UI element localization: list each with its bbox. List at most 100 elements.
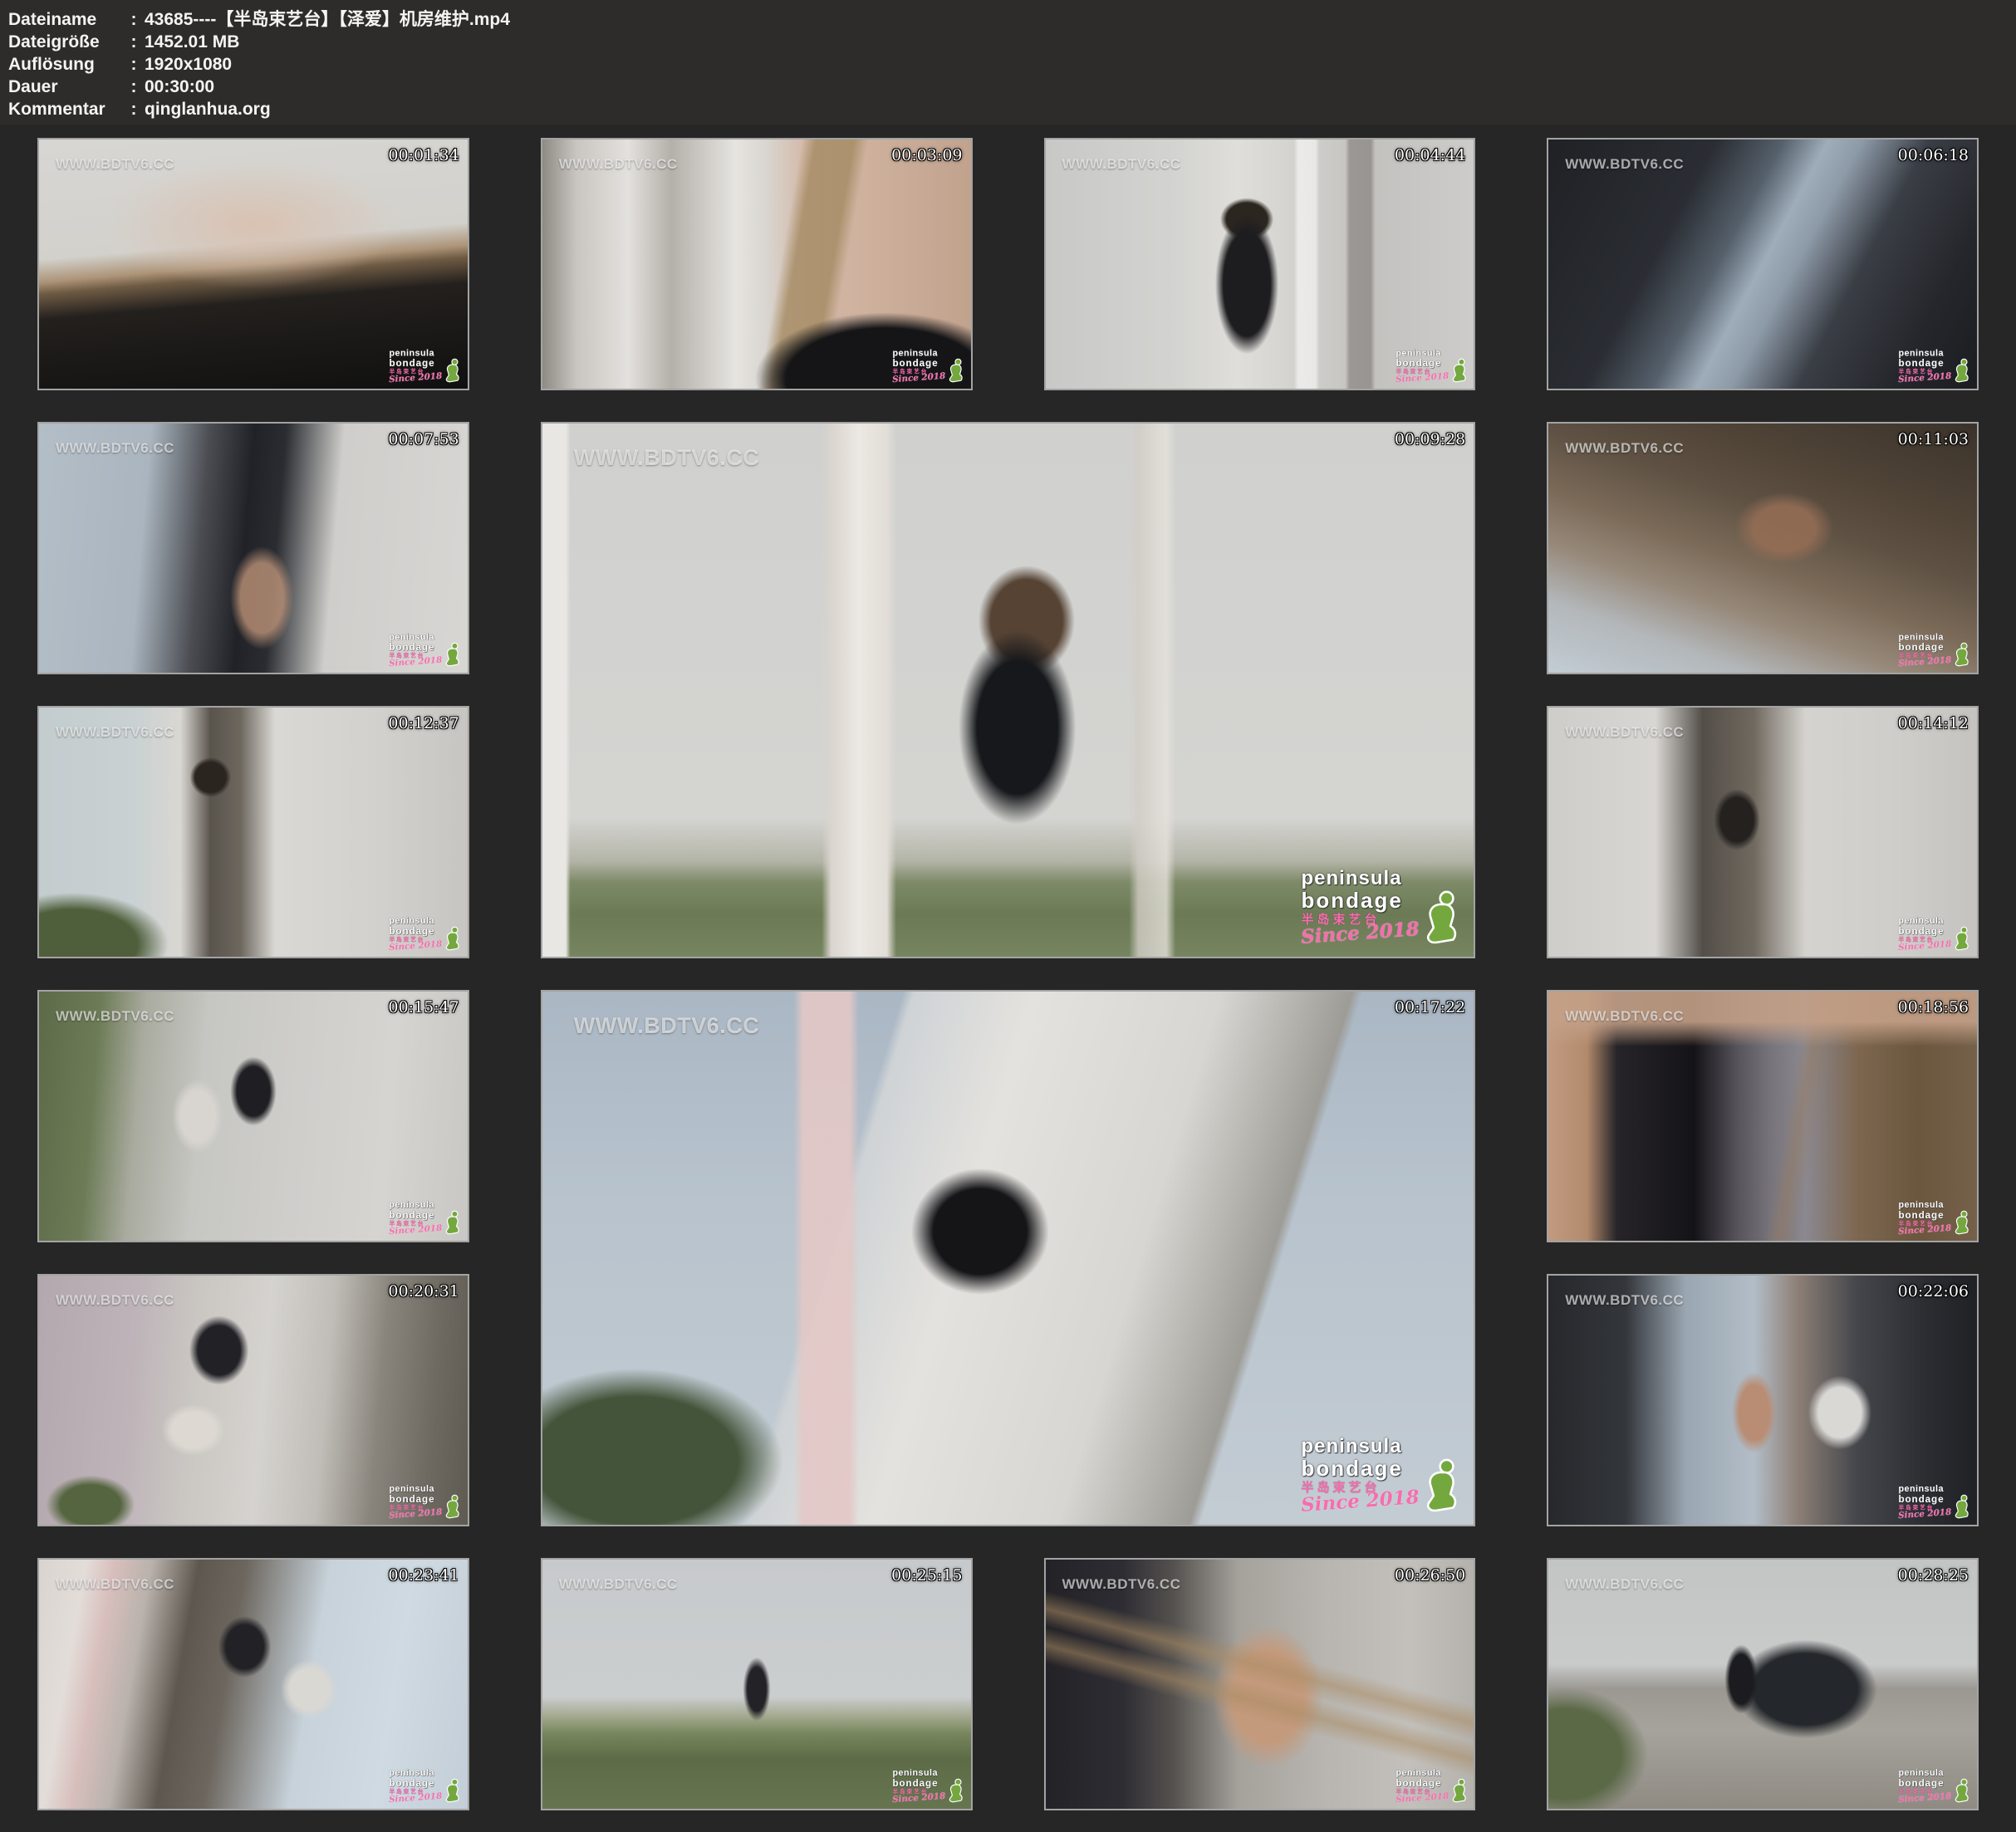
timestamp-overlay: 00:17:22 <box>1395 998 1465 1016</box>
watermark-text: WWW.BDTV6.CC <box>56 440 174 457</box>
logo-line-since: Since 2018 <box>891 1791 945 1804</box>
logo-line-bondage: bondage <box>1396 358 1449 368</box>
watermark-text: WWW.BDTV6.CC <box>1565 440 1684 457</box>
logo-line-since: Since 2018 <box>389 655 443 668</box>
studio-logo-text: peninsula bondage 半岛束艺台 Since 2018 <box>1899 1485 1952 1520</box>
timestamp-overlay: 00:07:53 <box>388 430 459 448</box>
studio-logo-text: peninsula bondage 半岛束艺台 Since 2018 <box>389 1769 442 1804</box>
studio-logo: peninsula bondage 半岛束艺台 Since 2018 <box>1302 1437 1461 1515</box>
video-thumbnail: WWW.BDTV6.CC 00:15:47 peninsula bondage … <box>37 990 469 1242</box>
studio-logo: peninsula bondage 半岛束艺台 Since 2018 <box>389 633 460 668</box>
logo-line-peninsula: peninsula <box>892 1769 945 1778</box>
video-thumbnail: WWW.BDTV6.CC 00:23:41 peninsula bondage … <box>37 1558 469 1810</box>
logo-line-since: Since 2018 <box>389 939 443 952</box>
logo-line-since: Since 2018 <box>1395 1791 1449 1804</box>
studio-logo: peninsula bondage 半岛束艺台 Since 2018 <box>1396 349 1467 384</box>
logo-line-peninsula: peninsula <box>389 917 442 926</box>
timestamp-overlay: 00:14:12 <box>1898 714 1969 732</box>
meta-row-filesize: Dateigröße : 1452.01 MB <box>8 31 2016 53</box>
watermark-text: WWW.BDTV6.CC <box>1565 1292 1684 1309</box>
logo-line-since: Since 2018 <box>1898 655 1952 668</box>
studio-logo: peninsula bondage 半岛束艺台 Since 2018 <box>389 1769 460 1804</box>
kneeling-figure-icon <box>1953 642 1970 668</box>
timestamp-overlay: 00:22:06 <box>1898 1282 1969 1301</box>
watermark-text: WWW.BDTV6.CC <box>56 724 174 741</box>
studio-logo-text: peninsula bondage 半岛束艺台 Since 2018 <box>1899 1201 1952 1236</box>
logo-line-since: Since 2018 <box>1898 1791 1952 1804</box>
logo-line-peninsula: peninsula <box>1899 1201 1952 1210</box>
logo-line-peninsula: peninsula <box>389 1485 442 1494</box>
studio-logo: peninsula bondage 半岛束艺台 Since 2018 <box>389 1201 460 1236</box>
kneeling-figure-icon <box>1953 926 1970 952</box>
video-thumbnail: WWW.BDTV6.CC 00:22:06 peninsula bondage … <box>1547 1274 1979 1526</box>
filename-value: 43685----【半岛束艺台】【泽爱】机房维护.mp4 <box>145 8 510 31</box>
video-thumbnail: WWW.BDTV6.CC 00:01:34 peninsula bondage … <box>37 138 469 390</box>
studio-logo-text: peninsula bondage 半岛束艺台 Since 2018 <box>389 1485 442 1520</box>
logo-line-bondage: bondage <box>1396 1778 1449 1788</box>
watermark-text: WWW.BDTV6.CC <box>559 156 678 173</box>
studio-logo: peninsula bondage 半岛束艺台 Since 2018 <box>1899 1485 1970 1520</box>
logo-line-peninsula: peninsula <box>1899 1485 1952 1494</box>
studio-logo: peninsula bondage 半岛束艺台 Since 2018 <box>1899 1769 1970 1804</box>
video-thumbnail: WWW.BDTV6.CC 00:07:53 peninsula bondage … <box>37 422 469 674</box>
video-thumbnail: WWW.BDTV6.CC 00:12:37 peninsula bondage … <box>37 706 469 958</box>
studio-logo: peninsula bondage 半岛束艺台 Since 2018 <box>1302 869 1461 947</box>
timestamp-overlay: 00:15:47 <box>388 998 459 1016</box>
logo-line-bondage: bondage <box>1899 642 1952 652</box>
kneeling-figure-icon <box>947 1778 964 1804</box>
studio-logo-text: peninsula bondage 半岛束艺台 Since 2018 <box>1899 917 1952 952</box>
watermark-text: WWW.BDTV6.CC <box>56 1292 174 1309</box>
logo-line-bondage: bondage <box>389 642 442 652</box>
logo-line-bondage: bondage <box>1302 889 1420 911</box>
logo-line-bondage: bondage <box>892 358 945 368</box>
timestamp-overlay: 00:09:28 <box>1395 430 1465 448</box>
video-thumbnail: WWW.BDTV6.CC 00:28:25 peninsula bondage … <box>1547 1558 1979 1810</box>
studio-logo: peninsula bondage 半岛束艺台 Since 2018 <box>1899 917 1970 952</box>
studio-logo: peninsula bondage 半岛束艺台 Since 2018 <box>389 349 460 384</box>
timestamp-overlay: 00:28:25 <box>1898 1566 1969 1585</box>
kneeling-figure-icon <box>1422 890 1460 947</box>
field-separator: : <box>123 8 145 31</box>
logo-line-since: Since 2018 <box>1898 1223 1952 1236</box>
timestamp-overlay: 00:11:03 <box>1898 430 1969 448</box>
resolution-value: 1920x1080 <box>145 53 232 76</box>
watermark-text: WWW.BDTV6.CC <box>574 445 759 471</box>
logo-line-bondage: bondage <box>389 926 442 936</box>
logo-line-since: Since 2018 <box>389 1507 443 1520</box>
timestamp-overlay: 00:01:34 <box>388 146 459 164</box>
watermark-text: WWW.BDTV6.CC <box>56 1576 174 1593</box>
video-thumbnail: WWW.BDTV6.CC 00:09:28 peninsula bondage … <box>541 422 1476 958</box>
kneeling-figure-icon <box>1953 358 1970 384</box>
watermark-text: WWW.BDTV6.CC <box>559 1576 678 1593</box>
logo-line-bondage: bondage <box>1899 358 1952 368</box>
field-label: Dateigröße <box>8 31 123 53</box>
studio-logo: peninsula bondage 半岛束艺台 Since 2018 <box>1396 1769 1467 1804</box>
timestamp-overlay: 00:04:44 <box>1395 146 1465 164</box>
timestamp-overlay: 00:26:50 <box>1395 1566 1465 1585</box>
logo-line-peninsula: peninsula <box>389 1769 442 1778</box>
video-thumbnail: WWW.BDTV6.CC 00:26:50 peninsula bondage … <box>1044 1558 1476 1810</box>
watermark-text: WWW.BDTV6.CC <box>56 1008 174 1025</box>
studio-logo-text: peninsula bondage 半岛束艺台 Since 2018 <box>1899 349 1952 384</box>
comment-value: qinglanhua.org <box>145 98 271 120</box>
studio-logo-text: peninsula bondage 半岛束艺台 Since 2018 <box>389 633 442 668</box>
studio-logo-text: peninsula bondage 半岛束艺台 Since 2018 <box>389 349 442 384</box>
studio-logo-text: peninsula bondage 半岛束艺台 Since 2018 <box>892 1769 945 1804</box>
timestamp-overlay: 00:18:56 <box>1898 998 1969 1016</box>
kneeling-figure-icon <box>1953 1778 1970 1804</box>
logo-line-since: Since 2018 <box>389 371 443 384</box>
logo-line-bondage: bondage <box>1899 926 1952 936</box>
studio-logo-text: peninsula bondage 半岛束艺台 Since 2018 <box>1302 1437 1420 1515</box>
watermark-text: WWW.BDTV6.CC <box>1062 1576 1181 1593</box>
timestamp-overlay: 00:12:37 <box>388 714 459 732</box>
meta-row-resolution: Auflösung : 1920x1080 <box>8 53 2016 76</box>
logo-line-bondage: bondage <box>892 1778 945 1788</box>
studio-logo-text: peninsula bondage 半岛束艺台 Since 2018 <box>1396 349 1449 384</box>
logo-line-peninsula: peninsula <box>1396 349 1449 358</box>
kneeling-figure-icon <box>1953 1494 1970 1520</box>
logo-line-since: Since 2018 <box>389 1223 443 1236</box>
studio-logo-text: peninsula bondage 半岛束艺台 Since 2018 <box>1899 633 1952 668</box>
timestamp-overlay: 00:03:09 <box>891 146 962 164</box>
logo-line-peninsula: peninsula <box>1899 633 1952 642</box>
studio-logo-text: peninsula bondage 半岛束艺台 Since 2018 <box>389 917 442 952</box>
